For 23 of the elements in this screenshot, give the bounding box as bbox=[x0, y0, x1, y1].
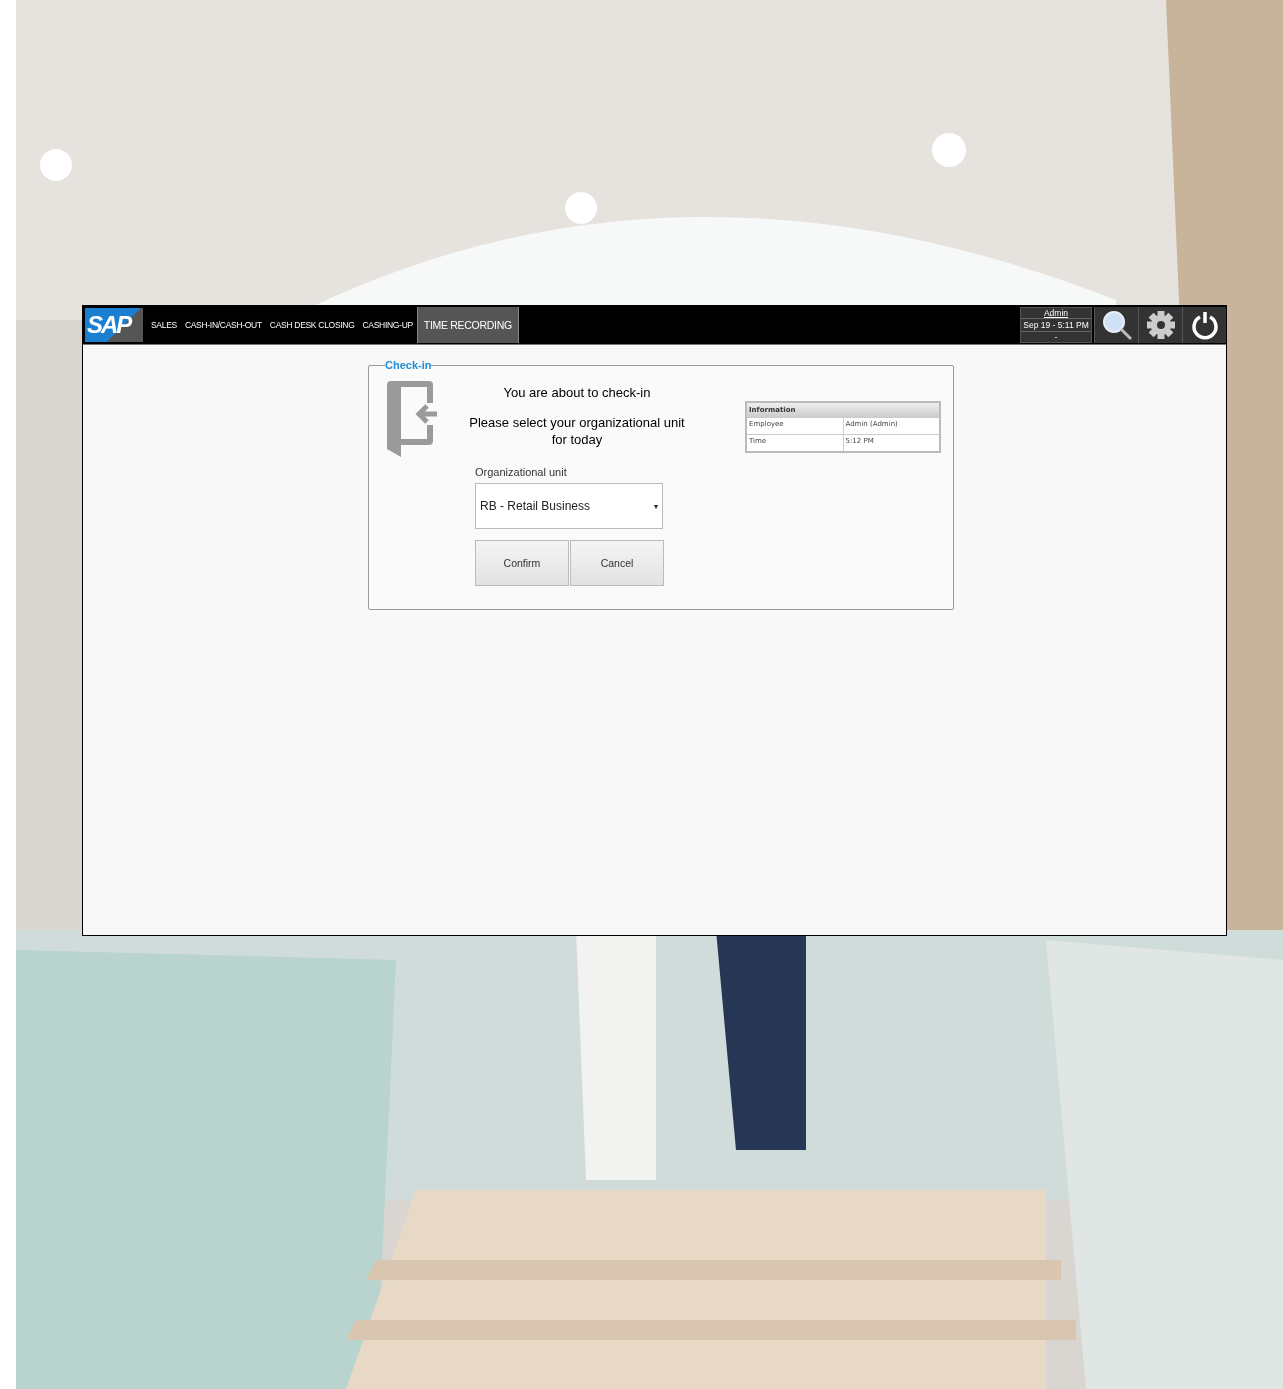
nav-tab[interactable]: CASH DESK CLOSING bbox=[265, 306, 359, 344]
power-icon bbox=[1189, 310, 1220, 340]
search-icon bbox=[1100, 309, 1133, 341]
nav-tab[interactable]: TIME RECORDING bbox=[416, 307, 519, 343]
field-label: Organizational unit bbox=[475, 466, 568, 478]
nav-tab[interactable]: CASHING-UP bbox=[358, 306, 417, 344]
prompt-text: Please select your organizational unit for today bbox=[468, 414, 686, 448]
check-in-icon bbox=[385, 381, 437, 457]
nav-tab[interactable]: SALES bbox=[147, 306, 181, 344]
nav-tab[interactable]: CASH-IN/CASH-OUT bbox=[180, 306, 266, 344]
settings-button[interactable] bbox=[1138, 307, 1182, 343]
sap-logo: SAP bbox=[85, 308, 143, 342]
date-time: Sep 19 - 5:11 PM bbox=[1021, 318, 1091, 332]
user-link[interactable]: Admin bbox=[1043, 308, 1069, 318]
settings-icon bbox=[1145, 310, 1176, 340]
confirm-button[interactable]: Confirm bbox=[475, 540, 569, 586]
heading-text: You are about to check-in bbox=[502, 385, 652, 400]
search-button[interactable] bbox=[1094, 307, 1138, 343]
unit-dropdown[interactable]: RB - Retail Business ▾ bbox=[475, 483, 663, 529]
power-button[interactable] bbox=[1182, 307, 1226, 343]
panel-title: Check-in bbox=[385, 359, 432, 371]
status-text: - bbox=[1054, 332, 1058, 342]
cancel-button[interactable]: Cancel bbox=[570, 540, 664, 586]
